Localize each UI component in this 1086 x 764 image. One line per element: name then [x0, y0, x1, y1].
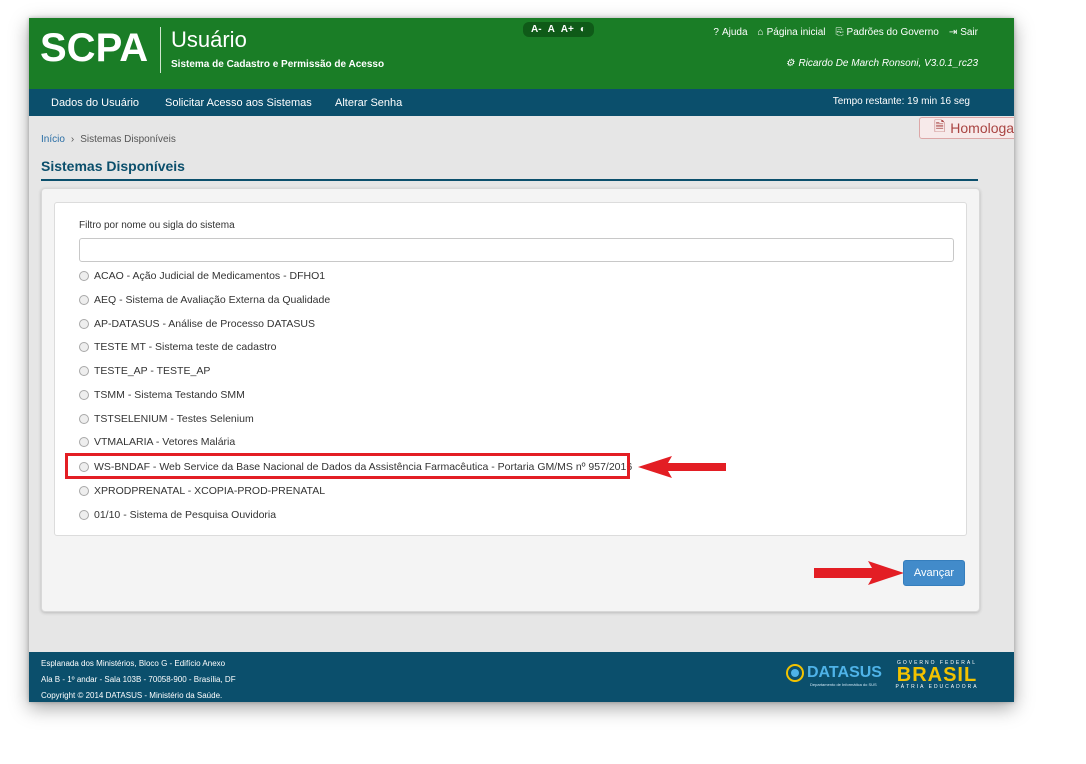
system-option-label: 01/10 - Sistema de Pesquisa Ouvidoria: [94, 509, 277, 521]
system-option[interactable]: ACAO - Ação Judicial de Medicamentos - D…: [79, 270, 325, 282]
nav-item-user-data[interactable]: Dados do Usuário: [51, 97, 139, 109]
radio-button[interactable]: [79, 342, 89, 352]
filter-label: Filtro por nome ou sigla do sistema: [79, 220, 235, 231]
system-option[interactable]: VTMALARIA - Vetores Malária: [79, 436, 235, 448]
datasus-swirl-icon: [786, 664, 804, 682]
footer-address-line: Esplanada dos Ministérios, Bloco G - Edi…: [41, 659, 226, 668]
system-option-label: AEQ - Sistema de Avaliação Externa da Qu…: [94, 294, 331, 306]
browser-window: SCPA Usuário Sistema de Cadastro e Permi…: [29, 18, 1014, 702]
radio-button[interactable]: [79, 510, 89, 520]
system-option[interactable]: AP-DATASUS - Análise de Processo DATASUS: [79, 318, 315, 330]
gov-standards-label: Padrões do Governo: [846, 27, 939, 38]
footer-address-line: Ala B - 1º andar - Sala 103B - 70058-900…: [41, 675, 236, 684]
logout-label: Sair: [960, 27, 978, 38]
radio-button[interactable]: [79, 366, 89, 376]
system-option-label: AP-DATASUS - Análise de Processo DATASUS: [94, 318, 315, 330]
annotation-arrow-right-icon: [814, 561, 904, 585]
nav-item-change-password[interactable]: Alterar Senha: [335, 97, 402, 109]
contrast-icon[interactable]: ◐: [580, 24, 586, 35]
datasus-subtitle: Departamento de Informática do SUS: [810, 682, 877, 687]
footer-copyright: Copyright © 2014 DATASUS - Ministério da…: [41, 691, 223, 700]
breadcrumb: Início › Sistemas Disponíveis: [41, 134, 176, 145]
top-links: ? Ajuda ⌂ Página inicial ⎘ Padrões do Go…: [713, 27, 978, 38]
font-decrease-button[interactable]: A-: [531, 24, 542, 35]
logout-link[interactable]: ⇥ Sair: [949, 27, 978, 38]
font-size-tools: A- A A+ ◐: [523, 22, 594, 37]
title-divider: [41, 179, 978, 181]
annotation-highlight-box: [65, 453, 630, 479]
user-info: ⚙ Ricardo De March Ronsoni, V3.0.1_rc23: [786, 58, 979, 69]
document-icon: ⎘: [835, 27, 844, 38]
app-title: Usuário: [171, 27, 247, 52]
question-icon: ?: [713, 27, 719, 38]
system-option-label: XPRODPRENATAL - XCOPIA-PROD-PRENATAL: [94, 485, 326, 497]
user-info-text: Ricardo De March Ronsoni, V3.0.1_rc23: [798, 58, 978, 69]
system-option-label: TESTE_AP - TESTE_AP: [94, 365, 211, 377]
help-label: Ajuda: [721, 27, 748, 38]
document-icon: 🗎: [934, 118, 946, 134]
gear-icon[interactable]: ⚙: [786, 58, 795, 69]
system-option[interactable]: TSMM - Sistema Testando SMM: [79, 389, 245, 401]
page-title: Sistemas Disponíveis: [41, 158, 185, 174]
home-page-label: Página inicial: [766, 27, 826, 38]
system-option[interactable]: TESTE_AP - TESTE_AP: [79, 365, 210, 377]
system-option-label: TSTSELENIUM - Testes Selenium: [94, 413, 254, 425]
brasil-gov-logo[interactable]: GOVERNO FEDERAL BRASIL PÁTRIA EDUCADORA: [895, 660, 979, 690]
radio-button[interactable]: [79, 414, 89, 424]
home-page-link[interactable]: ⌂ Página inicial: [758, 27, 826, 38]
advance-button[interactable]: Avançar: [903, 560, 965, 586]
home-icon: ⌂: [757, 27, 764, 38]
app-subtitle: Sistema de Cadastro e Permissão de Acess…: [171, 59, 385, 70]
system-option[interactable]: TSTSELENIUM - Testes Selenium: [79, 413, 254, 425]
brasil-label: BRASIL: [896, 664, 978, 686]
system-option-label: TSMM - Sistema Testando SMM: [94, 389, 245, 401]
system-option-label: TESTE MT - Sistema teste de cadastro: [94, 341, 277, 353]
site-header: SCPA Usuário Sistema de Cadastro e Permi…: [29, 18, 1014, 89]
radio-button[interactable]: [79, 437, 89, 447]
logout-icon: ⇥: [948, 27, 958, 38]
system-option[interactable]: AEQ - Sistema de Avaliação Externa da Qu…: [79, 294, 330, 306]
session-timer: Tempo restante: 19 min 16 seg: [832, 96, 970, 107]
radio-button[interactable]: [79, 295, 89, 305]
site-footer: Esplanada dos Ministérios, Bloco G - Edi…: [29, 652, 1014, 702]
main-nav: Dados do Usuário Solicitar Acesso aos Si…: [29, 89, 1014, 116]
font-increase-button[interactable]: A+: [561, 24, 574, 35]
patria-educadora-label: PÁTRIA EDUCADORA: [895, 684, 979, 690]
radio-button[interactable]: [79, 271, 89, 281]
radio-button[interactable]: [79, 390, 89, 400]
datasus-logo[interactable]: DATASUS Departamento de Informática do S…: [786, 664, 882, 687]
environment-label: Homologa: [950, 120, 1014, 136]
system-option[interactable]: TESTE MT - Sistema teste de cadastro: [79, 341, 276, 353]
gov-standards-link[interactable]: ⎘ Padrões do Governo: [836, 27, 939, 38]
system-option-label: VTMALARIA - Vetores Malária: [94, 436, 236, 448]
environment-badge: 🗎 Homologa: [919, 117, 1014, 139]
logo-separator: [160, 27, 161, 73]
annotation-arrow-left-icon: [638, 456, 726, 478]
datasus-name: DATASUS: [807, 664, 882, 681]
system-filter-input[interactable]: [79, 238, 954, 262]
font-reset-button[interactable]: A: [548, 24, 555, 35]
radio-button[interactable]: [79, 319, 89, 329]
systems-panel: Filtro por nome ou sigla do sistema ACAO…: [41, 188, 980, 612]
radio-button[interactable]: [79, 486, 89, 496]
breadcrumb-home[interactable]: Início: [41, 134, 65, 145]
chevron-right-icon: ›: [70, 134, 75, 145]
system-option-label: ACAO - Ação Judicial de Medicamentos - D…: [94, 270, 326, 282]
breadcrumb-current: Sistemas Disponíveis: [80, 134, 176, 145]
system-option[interactable]: 01/10 - Sistema de Pesquisa Ouvidoria: [79, 509, 276, 521]
help-link[interactable]: ? Ajuda: [713, 27, 747, 38]
system-option[interactable]: XPRODPRENATAL - XCOPIA-PROD-PRENATAL: [79, 485, 325, 497]
nav-item-request-access[interactable]: Solicitar Acesso aos Sistemas: [165, 97, 312, 109]
systems-list-box: Filtro por nome ou sigla do sistema ACAO…: [54, 202, 967, 536]
scpa-logo[interactable]: SCPA: [40, 26, 148, 71]
